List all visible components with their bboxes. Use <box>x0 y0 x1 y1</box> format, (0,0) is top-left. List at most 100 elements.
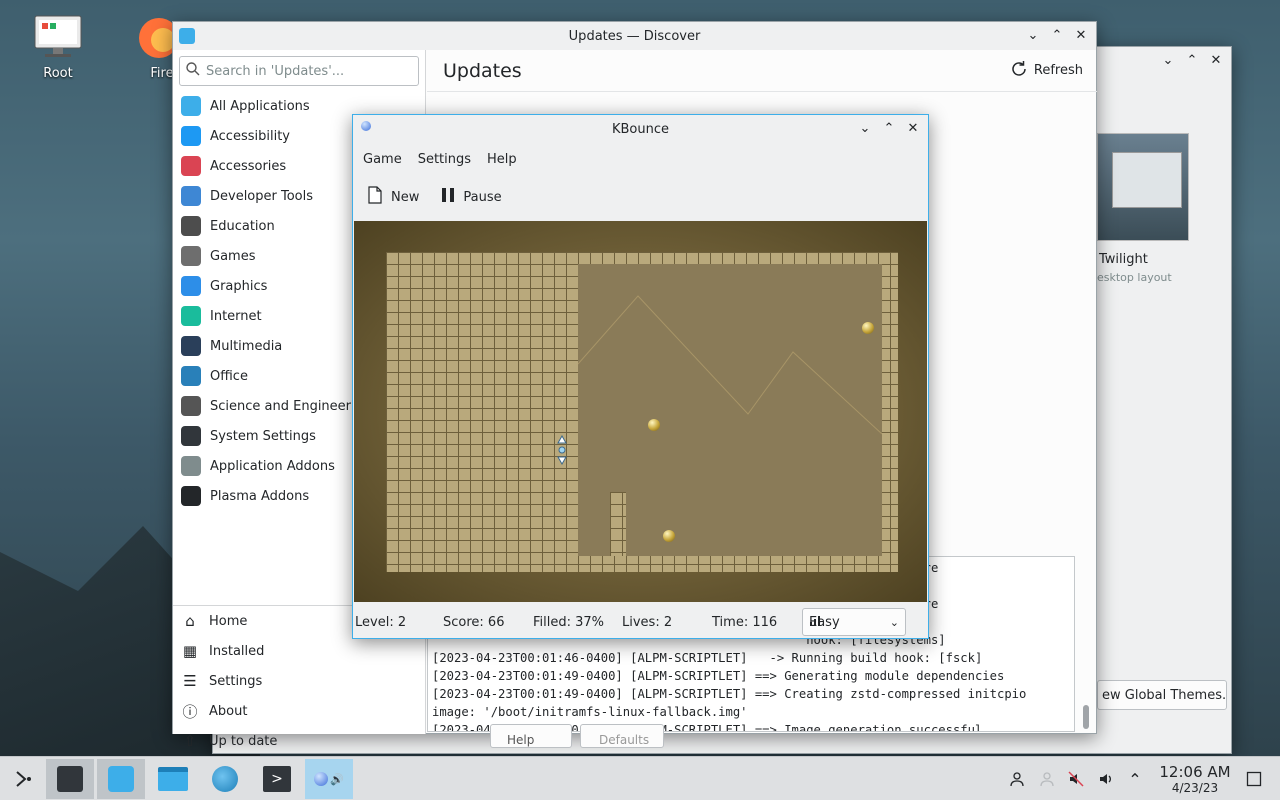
menu-settings[interactable]: Settings <box>410 152 479 167</box>
search-input[interactable]: Search in 'Updates'... <box>179 56 419 86</box>
window-titlebar[interactable]: KBounce ⌄ ⌃ ✕ <box>353 115 928 143</box>
category-label: Accessories <box>210 158 287 174</box>
category-label: Accessibility <box>210 128 290 144</box>
close-icon[interactable]: ✕ <box>1207 51 1225 69</box>
nav-item[interactable]: ⌂ Home <box>181 606 247 636</box>
category-icon <box>181 126 201 146</box>
minimize-icon[interactable]: ⌄ <box>1024 26 1042 44</box>
desktop-icon-label: Root <box>43 66 73 81</box>
maximize-icon[interactable]: ⌃ <box>880 119 898 137</box>
pause-button[interactable]: Pause <box>441 187 502 207</box>
close-icon[interactable]: ✕ <box>904 119 922 137</box>
minimize-icon[interactable]: ⌄ <box>1159 51 1177 69</box>
desktop-icon-firefox[interactable]: Fire <box>118 14 178 81</box>
lives-status: Lives: 2 <box>622 614 673 630</box>
desktop-icon-root[interactable]: Root <box>18 14 98 81</box>
maximize-icon[interactable]: ⌃ <box>1183 51 1201 69</box>
discover-app-icon <box>179 28 195 44</box>
taskbar-kbounce[interactable]: 🔊 <box>305 759 353 799</box>
taskbar-terminal[interactable]: > <box>253 759 301 799</box>
category-icon <box>181 396 201 416</box>
background-mountain-outline <box>578 295 882 435</box>
nav-icon: ☰ <box>183 672 197 690</box>
log-line: [2023-04-23T00:01:49-0400] [ALPM-SCRIPTL… <box>432 669 1005 683</box>
new-game-button[interactable]: New <box>367 186 419 208</box>
nav-icon: ⌂ <box>185 612 195 630</box>
nav-item[interactable]: ⓘ About <box>181 696 247 726</box>
ball <box>648 419 660 431</box>
taskbar: > 🔊 ⌃ 12:06 AM 4/23/23 <box>0 756 1280 800</box>
log-line: [2023-04-23T00:01:49-0400] [ALPM-SCRIPTL… <box>432 687 1027 701</box>
menubar: Game Settings Help <box>353 143 928 175</box>
volume-icon[interactable] <box>1092 757 1120 800</box>
score-status: Score: 66 <box>443 614 505 630</box>
window-titlebar[interactable]: Updates — Discover ⌄ ⌃ ✕ <box>173 22 1096 50</box>
taskbar-settings[interactable] <box>46 759 94 799</box>
maximize-icon[interactable]: ⌃ <box>1048 26 1066 44</box>
nav-item[interactable]: ▦ Installed <box>181 636 264 666</box>
nav-label: Settings <box>209 673 263 689</box>
clock[interactable]: 12:06 AM 4/23/23 <box>1150 763 1240 795</box>
category-icon <box>181 426 201 446</box>
category-label: Graphics <box>210 278 268 294</box>
menu-help[interactable]: Help <box>479 152 525 167</box>
refresh-button[interactable]: Refresh <box>1010 60 1083 82</box>
volume-muted-icon[interactable] <box>1062 757 1090 800</box>
log-scrollbar[interactable] <box>1083 705 1089 729</box>
help-button[interactable]: Help <box>490 724 572 748</box>
taskbar-discover[interactable] <box>97 759 145 799</box>
nav-item[interactable]: ⇧ Up to date <box>181 726 278 756</box>
category-icon <box>181 456 201 476</box>
pause-icon <box>441 187 455 207</box>
taskbar-browser[interactable] <box>201 759 249 799</box>
category-icon <box>181 336 201 356</box>
pause-label: Pause <box>463 189 502 205</box>
close-icon[interactable]: ✕ <box>1072 26 1090 44</box>
category-icon <box>181 216 201 236</box>
theme-thumbnail[interactable] <box>1097 133 1189 241</box>
user-icon[interactable] <box>1003 757 1031 800</box>
level-status: Level: 2 <box>355 614 407 630</box>
get-new-themes-button[interactable]: ew Global Themes... <box>1097 680 1227 710</box>
category-icon <box>181 96 201 116</box>
difficulty-select[interactable]: Easy ⌄ <box>802 608 906 636</box>
nav-label: Up to date <box>209 733 278 749</box>
launcher-icon <box>16 771 31 787</box>
nav-label: Installed <box>209 643 265 659</box>
difficulty-value: Easy <box>809 614 840 630</box>
show-desktop-icon[interactable] <box>1240 757 1268 800</box>
category-label: Office <box>210 368 248 384</box>
desktop-icon-label: Fire <box>150 66 174 81</box>
kbounce-app-icon <box>361 121 371 131</box>
nav-item[interactable]: ☰ Settings <box>181 666 262 696</box>
chevron-up-icon[interactable]: ⌃ <box>1121 757 1149 800</box>
window-controls: ⌄ ⌃ ✕ <box>1159 51 1225 69</box>
folder-icon <box>158 767 188 791</box>
user-disabled-icon[interactable] <box>1033 757 1061 800</box>
menu-game[interactable]: Game <box>355 152 410 167</box>
toolbar: New Pause <box>353 175 928 219</box>
filled-status: Filled: 37% <box>533 614 605 630</box>
taskbar-files[interactable] <box>149 759 197 799</box>
ball <box>663 530 675 542</box>
cursor-icon <box>557 435 567 465</box>
terminal-icon: > <box>263 766 291 792</box>
theme-subtitle: esktop layout <box>1097 271 1172 284</box>
minimize-icon[interactable]: ⌄ <box>856 119 874 137</box>
nav-icon: ⓘ <box>182 702 198 721</box>
nav-icon: ⇧ <box>183 732 197 750</box>
game-field[interactable] <box>354 221 927 602</box>
category-label: Developer Tools <box>210 188 314 204</box>
category-label: Multimedia <box>210 338 283 354</box>
page-title: Updates <box>443 59 522 82</box>
nav-label: Home <box>209 613 248 629</box>
app-launcher-button[interactable] <box>0 759 48 799</box>
category-icon <box>181 276 201 296</box>
kbounce-window: KBounce ⌄ ⌃ ✕ Game Settings Help New Pau… <box>352 114 929 639</box>
defaults-button[interactable]: Defaults <box>580 724 664 748</box>
category-label: System Settings <box>210 428 316 444</box>
window-controls: ⌄ ⌃ ✕ <box>856 119 922 137</box>
window-title: Updates — Discover <box>568 28 701 44</box>
category-icon <box>181 186 201 206</box>
nav-icon: ▦ <box>182 642 198 660</box>
